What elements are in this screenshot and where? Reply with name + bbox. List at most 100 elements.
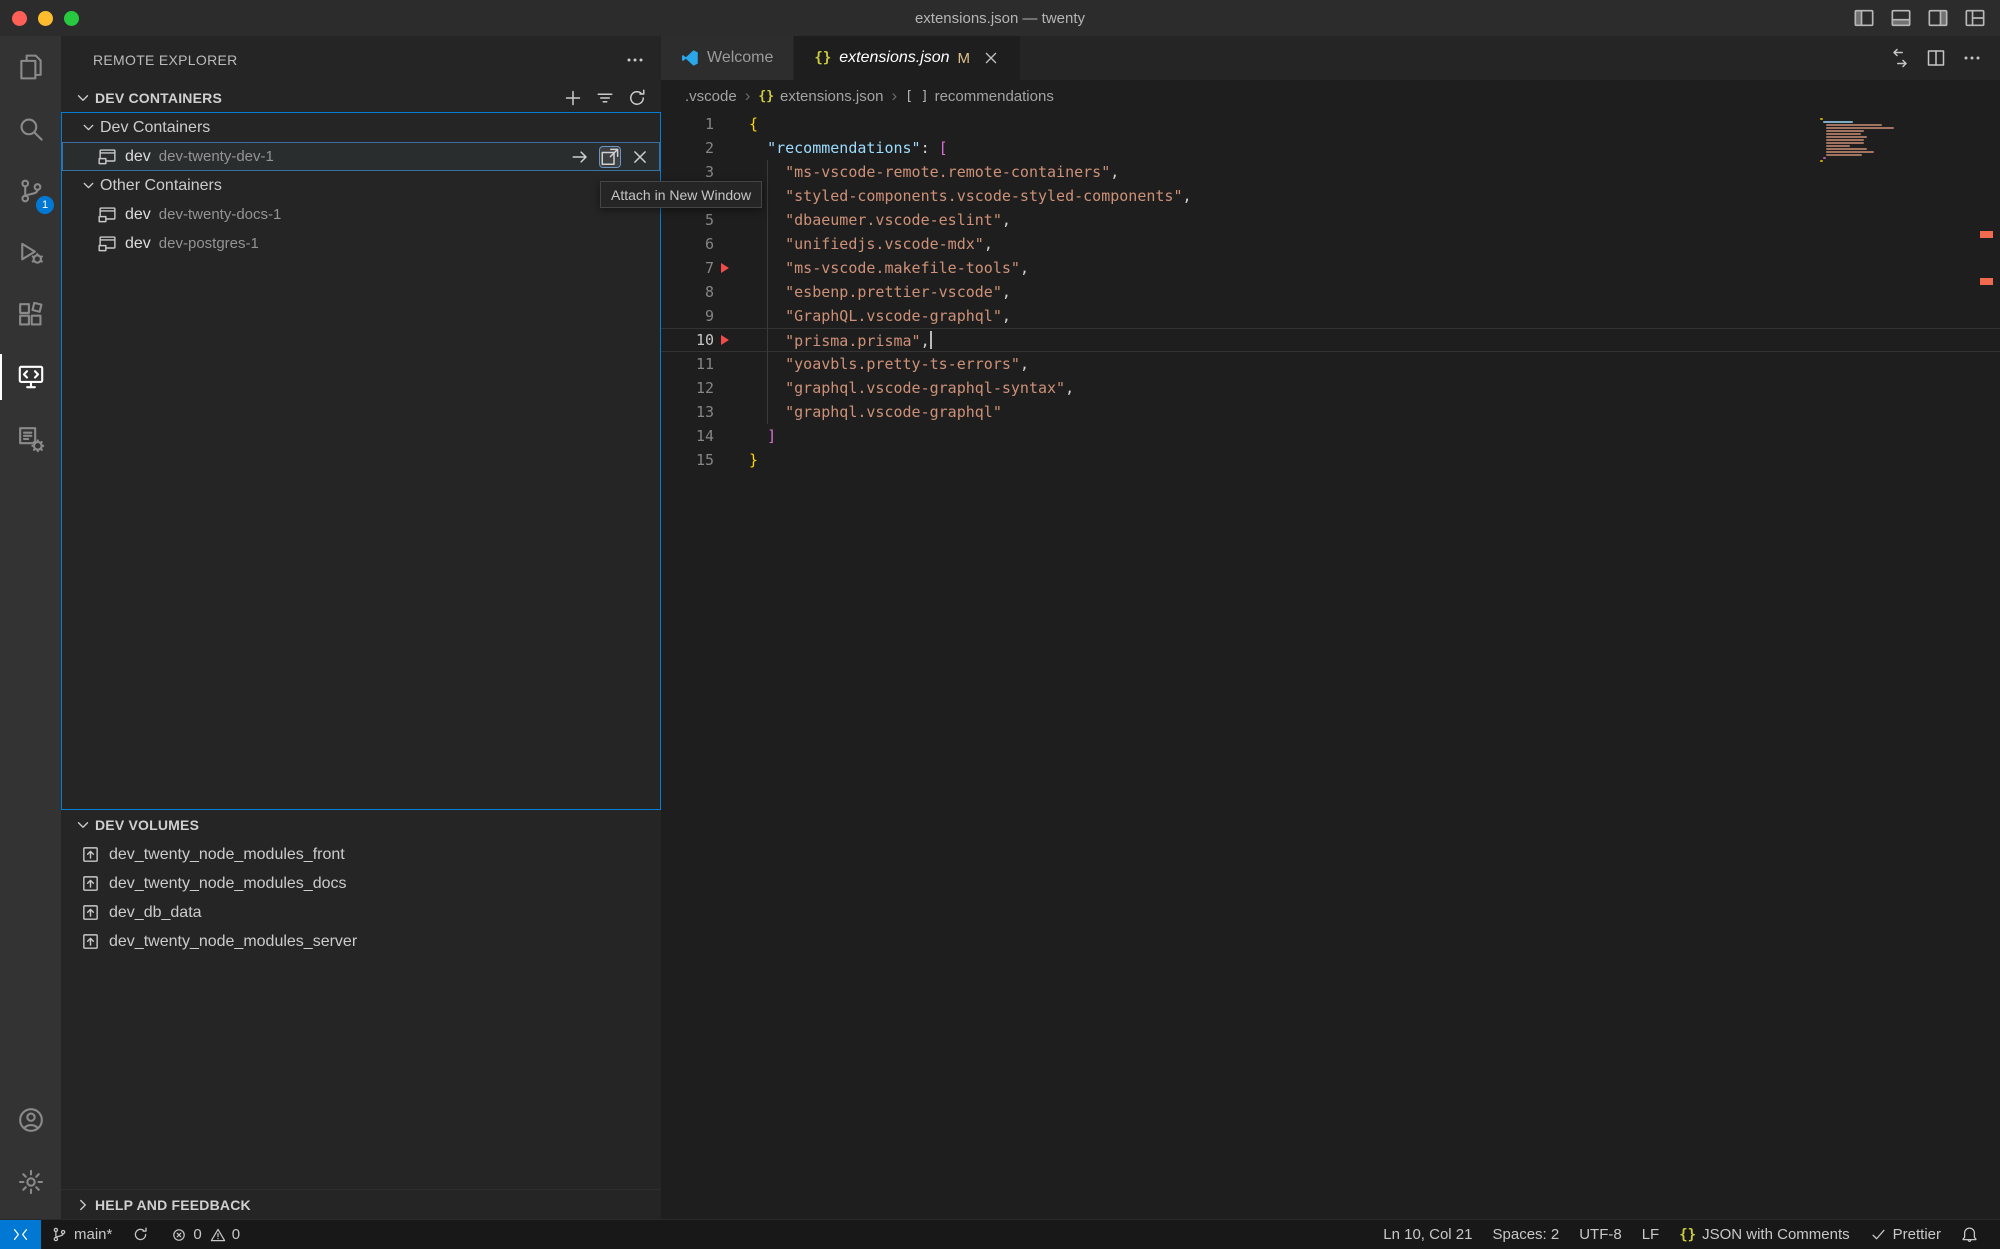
minimap-line (1826, 133, 1861, 135)
status-remote[interactable] (0, 1220, 41, 1249)
more-icon[interactable] (1962, 48, 1982, 68)
tree-group[interactable]: Other Containers (62, 171, 660, 200)
status-formatter[interactable]: Prettier (1860, 1220, 1951, 1249)
volume-icon (81, 903, 100, 922)
gear-icon (17, 1168, 45, 1196)
vscode-icon (681, 49, 699, 67)
code-line[interactable]: 8 "esbenp.prettier-vscode", (661, 280, 2000, 304)
attach-current-window-button[interactable] (570, 147, 590, 167)
code-line[interactable]: 4 "styled-components.vscode-styled-compo… (661, 184, 2000, 208)
status-notifications[interactable] (1951, 1220, 1988, 1249)
code-area: 1{2 "recommendations": [3 "ms-vscode-rem… (661, 112, 2000, 1219)
containers-icon (17, 425, 45, 453)
code-line[interactable]: 12 "graphql.vscode-graphql-syntax", (661, 376, 2000, 400)
layout-panel-icon[interactable] (1890, 7, 1912, 29)
sidebar: REMOTE EXPLORER DEV CONTAINERS Dev Conta… (61, 36, 661, 1219)
container-item[interactable]: devdev-postgres-1 (62, 229, 660, 258)
json-braces-icon: {} (758, 89, 774, 104)
close-window-button[interactable] (12, 11, 27, 26)
code-line[interactable]: 1{ (661, 112, 2000, 136)
more-actions-icon[interactable] (625, 50, 645, 70)
tab-extensions-json[interactable]: {}extensions.jsonM (794, 36, 1021, 80)
maximize-window-button[interactable] (64, 11, 79, 26)
status-cursor-position[interactable]: Ln 10, Col 21 (1373, 1220, 1482, 1249)
code-text: "dbaeumer.vscode-eslint", (749, 211, 1011, 229)
minimap[interactable] (1820, 118, 1896, 163)
layout-sidebar-left-icon[interactable] (1853, 7, 1875, 29)
activity-bar: 1 (0, 36, 61, 1219)
status-indentation[interactable]: Spaces: 2 (1483, 1220, 1570, 1249)
code-line[interactable]: 7 "ms-vscode.makefile-tools", (661, 256, 2000, 280)
code-line[interactable]: 9 "GraphQL.vscode-graphql", (661, 304, 2000, 328)
container-item[interactable]: devdev-twenty-docs-1 (62, 200, 660, 229)
token: , (1065, 379, 1074, 397)
line-number: 7 (661, 259, 714, 277)
sidebar-title: REMOTE EXPLORER (93, 52, 238, 68)
status-encoding[interactable]: UTF-8 (1569, 1220, 1632, 1249)
section-help-and-feedback[interactable]: HELP AND FEEDBACK (61, 1189, 661, 1219)
line-number: 9 (661, 307, 714, 325)
tab-welcome[interactable]: Welcome (661, 36, 794, 80)
stop-container-button[interactable] (630, 147, 650, 167)
status-language-mode[interactable]: {}JSON with Comments (1669, 1220, 1859, 1249)
layout-sidebar-right-icon[interactable] (1927, 7, 1949, 29)
code-line[interactable]: 2 "recommendations": [ (661, 136, 2000, 160)
status-branch[interactable]: main* (41, 1220, 122, 1249)
gutter (714, 112, 749, 136)
activity-source-control[interactable]: 1 (0, 160, 61, 222)
activity-explorer[interactable] (0, 36, 61, 98)
activity-search[interactable] (0, 98, 61, 160)
code-line[interactable]: 5 "dbaeumer.vscode-eslint", (661, 208, 2000, 232)
status-eol[interactable]: LF (1632, 1220, 1670, 1249)
volume-name: dev_twenty_node_modules_server (109, 933, 357, 951)
refresh-icon[interactable] (627, 88, 647, 108)
volume-item[interactable]: dev_twenty_node_modules_docs (61, 869, 661, 898)
code-line[interactable]: 15} (661, 448, 2000, 472)
section-dev-volumes[interactable]: DEV VOLUMES (61, 810, 661, 840)
token: , (1020, 259, 1029, 277)
breadcrumb-item[interactable]: .vscode (685, 88, 737, 105)
volume-icon (81, 874, 100, 893)
status-sync[interactable] (122, 1220, 159, 1249)
code-line[interactable]: 6 "unifiedjs.vscode-mdx", (661, 232, 2000, 256)
code-line[interactable]: 11 "yoavbls.pretty-ts-errors", (661, 352, 2000, 376)
code-line[interactable]: 3 "ms-vscode-remote.remote-containers", (661, 160, 2000, 184)
activity-extensions[interactable] (0, 284, 61, 346)
token: "GraphQL.vscode-graphql" (785, 307, 1002, 325)
section-dev-containers[interactable]: DEV CONTAINERS (61, 84, 661, 112)
breadcrumb-item[interactable]: {}extensions.json (758, 88, 883, 105)
code-text: "yoavbls.pretty-ts-errors", (749, 355, 1029, 373)
layout-customize-icon[interactable] (1964, 7, 1986, 29)
status-label: 0 (232, 1226, 240, 1243)
activity-accounts[interactable] (0, 1089, 61, 1151)
plus-icon[interactable] (563, 88, 583, 108)
minimap-line (1823, 121, 1853, 123)
volume-item[interactable]: dev_db_data (61, 898, 661, 927)
code-line[interactable]: 14 ] (661, 424, 2000, 448)
activity-dev-containers[interactable] (0, 408, 61, 470)
code-line[interactable]: 13 "graphql.vscode-graphql" (661, 400, 2000, 424)
container-item[interactable]: devdev-twenty-dev-1 (62, 142, 660, 171)
split-editor-icon[interactable] (1926, 48, 1946, 68)
status-bar-right: Ln 10, Col 21Spaces: 2UTF-8LF{}JSON with… (1373, 1220, 2000, 1249)
volume-item[interactable]: dev_twenty_node_modules_server (61, 927, 661, 956)
code-text: ] (749, 427, 776, 445)
activity-manage[interactable] (0, 1151, 61, 1213)
code-line[interactable]: 10 "prisma.prisma", (661, 328, 2000, 352)
tab-close-button[interactable] (982, 49, 1000, 67)
open-changes-icon[interactable] (1890, 48, 1910, 68)
filter-icon[interactable] (595, 88, 615, 108)
volume-item[interactable]: dev_twenty_node_modules_front (61, 840, 661, 869)
activity-remote-explorer[interactable] (0, 346, 61, 408)
tooltip: Attach in New Window (600, 181, 762, 208)
line-number: 1 (661, 115, 714, 133)
minimap-line (1826, 136, 1867, 138)
minimize-window-button[interactable] (38, 11, 53, 26)
tree-group[interactable]: Dev Containers (62, 113, 660, 142)
activity-run-and-debug[interactable] (0, 222, 61, 284)
status-problems[interactable]: 00 (159, 1220, 250, 1249)
code-text: "prisma.prisma", (749, 331, 932, 350)
token: "unifiedjs.vscode-mdx" (785, 235, 984, 253)
breadcrumb-item[interactable]: [ ]recommendations (905, 88, 1054, 105)
attach-new-window-button[interactable] (600, 147, 620, 167)
